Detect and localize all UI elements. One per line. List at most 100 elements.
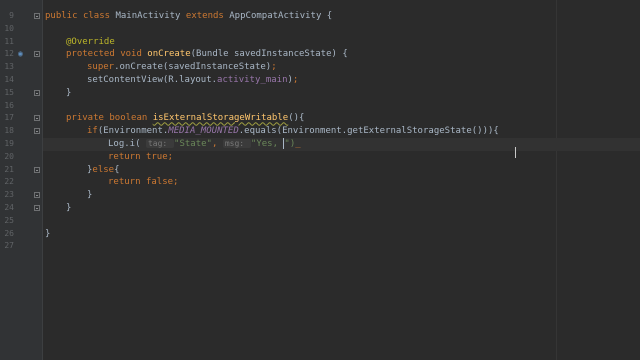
code-token: } [45,228,51,239]
code-token: (Bundle savedInstanceState) { [190,49,348,60]
code-line[interactable]: 21 }else{ [0,164,640,177]
code-token: (Environment. [97,126,169,137]
code-token: AppCompatActivity { [229,11,333,21]
parameter-hint: msg: [222,139,251,148]
code-line[interactable]: 11 @Override [0,36,640,49]
line-number: 12 [4,49,14,59]
parameter-hint: tag: [145,139,175,148]
code-line[interactable]: 10 [0,23,640,36]
code-token: if [87,126,98,137]
line-number: 22 [4,177,14,187]
code-token: false [145,177,174,188]
code-line[interactable]: 24} [0,202,640,215]
code-line[interactable]: 22 return false; [0,176,640,189]
code-line[interactable]: 18 if(Environment.MEDIA_MOUNTED.equals(En… [0,125,640,138]
code-token: ; [173,177,179,188]
code-text[interactable]: }else{ [87,164,120,177]
line-number: 18 [4,126,14,136]
code-token: private [66,113,110,124]
line-number: 25 [4,215,14,225]
code-line[interactable]: 27 [0,240,640,253]
code-line[interactable]: 12 ◉ protected void onCreate(Bundle savedI… [0,48,640,61]
line-number: 13 [4,62,14,72]
code-token: .equals(Environment.getExternalStorageSt… [238,126,499,137]
code-line[interactable]: 17 private boolean isExternalStorageWrita… [0,112,640,125]
line-number: 11 [4,36,14,46]
code-text[interactable]: setContentView(R.layout.activity_main); [87,74,298,87]
code-text[interactable]: private boolean isExternalStorageWritabl… [66,112,304,125]
fold-marker-icon[interactable] [34,51,40,58]
code-text[interactable]: } [45,228,50,241]
line-number: 19 [4,139,14,148]
code-token: "Yes, [250,139,284,149]
code-text[interactable]: return true; [108,151,173,164]
code-token: "State" [174,139,212,149]
code-token: extends [185,11,230,21]
code-token: protected [66,49,121,60]
fold-marker-icon[interactable] [34,115,40,122]
fold-marker-icon[interactable] [34,128,40,135]
line-number: 24 [4,203,14,212]
line-number: 23 [4,190,14,200]
override-method-icon[interactable]: ◉ [18,50,26,58]
line-number: 10 [4,23,14,33]
code-token: , [211,139,223,149]
code-token: MainActivity [115,11,186,21]
fold-marker-icon[interactable] [34,205,40,211]
code-token: @Override [66,36,115,47]
fold-marker-icon[interactable] [34,13,40,19]
code-token: activity_main [217,75,288,85]
code-line[interactable]: 20 return true; [0,151,640,164]
line-number: 26 [4,228,14,238]
code-text[interactable]: } [66,202,71,215]
code-token: return [108,177,146,188]
line-number: 17 [4,113,14,123]
code-token: setContentView(R.layout. [87,75,218,85]
code-line[interactable]: 9 public class MainActivity extends AppCo… [0,10,640,23]
code-text[interactable]: Log.i( tag: "State", msg: "Yes, ")_ [108,138,301,151]
code-text[interactable]: public class MainActivity extends AppCom… [45,10,332,23]
code-token: { [114,164,120,175]
code-token: true [145,151,168,162]
code-token: onCreate [147,49,191,60]
code-text[interactable]: } [66,87,71,100]
line-number: 27 [4,241,14,251]
mouse-ibeam-cursor [515,147,521,158]
code-token: class [82,11,116,21]
line-number: 21 [4,164,14,174]
code-token: ") [284,139,296,149]
code-line[interactable]: 14 setContentView(R.layout.activity_main)… [0,74,640,87]
code-token: ; [167,151,174,162]
code-line[interactable]: 19 Log.i( tag: "State", msg: "Yes, ")_ [0,138,640,151]
code-token: } [66,203,72,213]
code-text[interactable]: @Override [66,36,115,49]
code-token: (){ [288,113,305,124]
code-token: else [92,164,115,175]
line-number: 15 [4,87,14,97]
fold-marker-icon[interactable] [34,89,40,96]
fold-marker-icon[interactable] [34,192,40,199]
code-line[interactable]: 25 [0,215,640,228]
code-line[interactable]: 23} [0,189,640,202]
code-text[interactable]: protected void onCreate(Bundle savedInst… [66,48,348,61]
code-line[interactable]: 13 super.onCreate(savedInstanceState); [0,61,640,74]
code-token: .onCreate(savedInstanceState) [114,62,272,73]
code-token: ; [271,62,277,73]
code-line[interactable]: 16 [0,100,640,113]
code-token: } [87,190,93,201]
code-text[interactable]: if(Environment.MEDIA_MOUNTED.equals(Envi… [87,125,499,138]
code-text[interactable]: super.onCreate(savedInstanceState); [87,61,277,74]
code-token: } [66,87,72,98]
code-text[interactable]: return false; [108,176,178,189]
code-line[interactable]: 15} [0,87,640,100]
code-token: isExternalStorageWritable [152,113,289,124]
code-token: Log.i( [108,139,146,149]
line-number: 20 [4,151,14,161]
code-text[interactable]: } [87,189,92,202]
code-line[interactable]: 26} [0,228,640,241]
code-token: _ [295,139,301,149]
code-token: super [87,62,115,73]
code-token: MEDIA_MOUNTED [168,126,239,137]
code-token: ; [292,75,299,85]
fold-marker-icon[interactable] [34,166,40,173]
